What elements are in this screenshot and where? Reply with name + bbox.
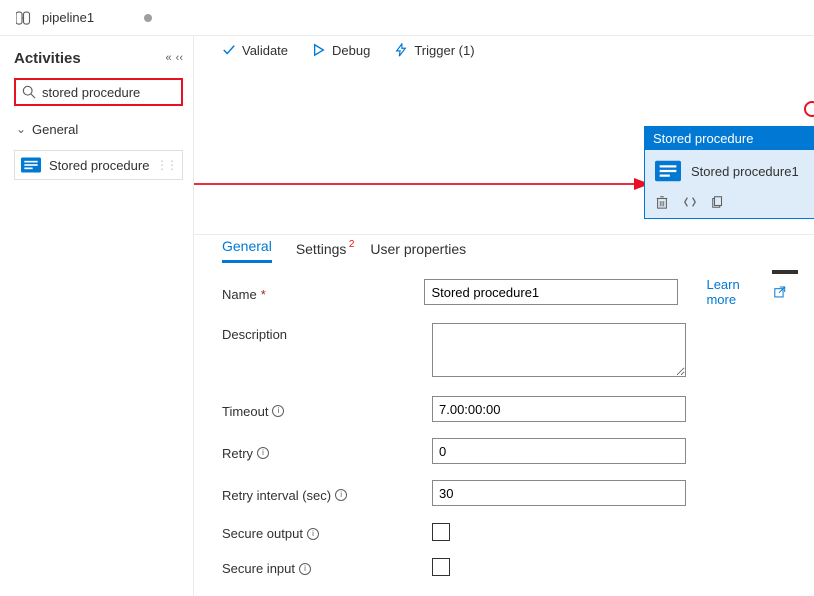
secure-input-checkbox[interactable]	[432, 558, 450, 576]
timeout-label: Timeout	[222, 404, 268, 419]
stored-procedure-icon	[21, 157, 41, 173]
description-input[interactable]	[432, 323, 686, 377]
pipeline-canvas[interactable]: Stored procedure Stored procedure1	[194, 64, 814, 234]
secure-output-label: Secure output	[222, 526, 303, 541]
unsaved-indicator-icon	[144, 14, 152, 22]
node-name: Stored procedure1	[691, 164, 799, 179]
activities-panel: Activities « ‹‹ stored procedure ⌄ Gener…	[0, 36, 194, 596]
canvas-node-stored-procedure[interactable]: Stored procedure Stored procedure1	[644, 126, 814, 219]
timeout-input[interactable]	[432, 396, 686, 422]
activities-search-input[interactable]: stored procedure	[14, 78, 183, 106]
learn-more-link[interactable]: Learn more	[706, 277, 786, 307]
pipeline-icon	[16, 11, 34, 25]
debug-button[interactable]: Debug	[312, 43, 370, 58]
search-icon	[22, 85, 36, 99]
delete-icon[interactable]	[655, 195, 669, 209]
collapse-all-icon[interactable]: «	[166, 52, 172, 64]
info-icon[interactable]: i	[335, 489, 347, 501]
pipeline-title: pipeline1	[42, 10, 94, 25]
node-type-label: Stored procedure	[645, 127, 814, 150]
collapse-panel-icon[interactable]: ‹‹	[176, 52, 183, 64]
info-icon[interactable]: i	[299, 563, 311, 575]
check-icon	[222, 43, 236, 57]
name-input[interactable]	[424, 279, 678, 305]
tab-settings[interactable]: Settings 2	[296, 241, 347, 263]
code-icon[interactable]	[683, 195, 697, 209]
trigger-button[interactable]: Trigger (1)	[394, 43, 474, 58]
info-icon[interactable]: i	[257, 447, 269, 459]
info-icon[interactable]: i	[272, 405, 284, 417]
secure-output-checkbox[interactable]	[432, 523, 450, 541]
play-icon	[312, 43, 326, 57]
group-general[interactable]: ⌄ General	[14, 116, 183, 142]
settings-badge: 2	[349, 239, 355, 250]
description-label: Description	[222, 327, 287, 342]
copy-icon[interactable]	[711, 195, 725, 209]
required-indicator: *	[261, 287, 266, 302]
tab-user-properties[interactable]: User properties	[370, 241, 466, 263]
secure-input-label: Secure input	[222, 561, 295, 576]
lightning-icon	[394, 43, 408, 57]
retry-interval-input[interactable]	[432, 480, 686, 506]
external-link-icon	[774, 286, 786, 298]
activities-heading: Activities	[14, 50, 81, 67]
retry-label: Retry	[222, 446, 253, 461]
tab-general[interactable]: General	[222, 238, 272, 263]
search-text: stored procedure	[42, 85, 140, 100]
annotation-circle	[804, 101, 814, 117]
validate-button[interactable]: Validate	[222, 43, 288, 58]
info-icon[interactable]: i	[307, 528, 319, 540]
retry-interval-label: Retry interval (sec)	[222, 488, 331, 503]
annotation-arrow	[194, 174, 654, 194]
name-label: Name	[222, 287, 257, 302]
stored-procedure-icon	[655, 160, 681, 182]
chevron-down-icon: ⌄	[14, 122, 28, 136]
panel-resize-handle[interactable]	[772, 270, 798, 274]
activity-stored-procedure[interactable]: Stored procedure ⋮⋮	[14, 150, 183, 180]
retry-input[interactable]	[432, 438, 686, 464]
drag-grip-icon: ⋮⋮	[156, 158, 176, 172]
